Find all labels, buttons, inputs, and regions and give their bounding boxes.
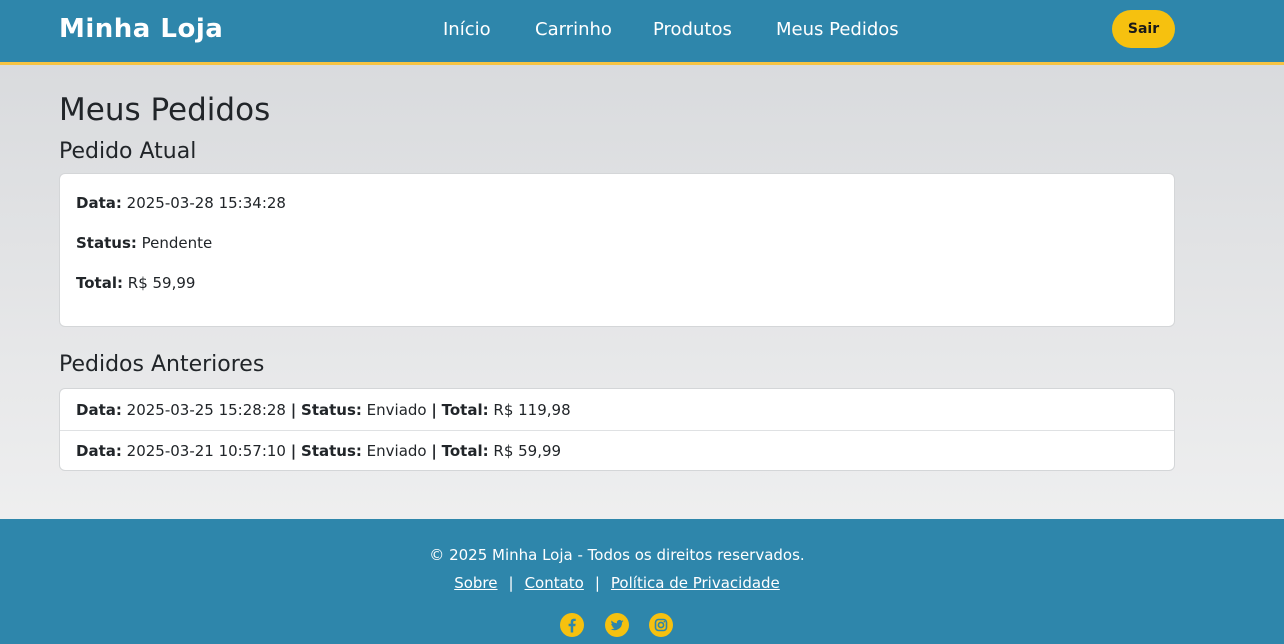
instagram-icon[interactable] [649, 613, 673, 637]
previous-orders-heading: Pedidos Anteriores [59, 352, 265, 377]
footer-links: Sobre | Contato | Política de Privacidade [0, 574, 1234, 592]
date-label: Data: [76, 442, 122, 460]
order-date-line: Data: 2025-03-28 15:34:28 [76, 194, 286, 212]
order-status-line: Status: Pendente [76, 234, 212, 252]
footer-separator: | [508, 574, 514, 592]
order-total-line: Total: R$ 59,99 [76, 274, 195, 292]
total-label: Total: [441, 442, 489, 460]
order-total-value: R$ 59,99 [127, 274, 196, 292]
separator: | [290, 442, 297, 460]
list-item: Data: 2025-03-21 10:57:10 | Status: Envi… [60, 430, 1174, 471]
footer-separator: | [594, 574, 600, 592]
order-total: R$ 59,99 [493, 442, 562, 460]
copyright-text: © 2025 Minha Loja - Todos os direitos re… [429, 546, 805, 564]
navbar: Minha Loja Início Carrinho Produtos Meus… [0, 0, 1284, 65]
current-order-card: Data: 2025-03-28 15:34:28 Status: Penden… [59, 173, 1175, 327]
footer-link-privacidade[interactable]: Política de Privacidade [611, 574, 780, 592]
date-label: Data: [76, 400, 122, 419]
list-item: Data: 2025-03-25 15:28:28 | Status: Envi… [60, 389, 1174, 430]
order-status: Enviado [366, 400, 427, 419]
separator: | [290, 400, 297, 419]
order-total-label: Total: [76, 274, 123, 292]
order-date: 2025-03-25 15:28:28 [126, 400, 286, 419]
nav-link-produtos[interactable]: Produtos [653, 19, 732, 40]
nav-link-inicio[interactable]: Início [443, 19, 491, 40]
page-title: Meus Pedidos [59, 92, 271, 128]
previous-orders-list: Data: 2025-03-25 15:28:28 | Status: Envi… [59, 388, 1175, 471]
separator: | [431, 442, 437, 460]
status-label: Status: [301, 400, 362, 419]
order-date: 2025-03-21 10:57:10 [126, 442, 286, 460]
separator: | [431, 400, 437, 419]
nav-links: Início Carrinho Produtos Meus Pedidos [0, 0, 1284, 62]
order-status-value: Pendente [141, 234, 213, 252]
status-label: Status: [301, 442, 362, 460]
logout-button[interactable]: Sair [1112, 10, 1175, 48]
current-order-heading: Pedido Atual [59, 139, 197, 164]
order-date-label: Data: [76, 194, 122, 212]
order-date-value: 2025-03-28 15:34:28 [126, 194, 286, 212]
total-label: Total: [441, 400, 489, 419]
footer-link-sobre[interactable]: Sobre [454, 574, 497, 592]
nav-link-meus-pedidos[interactable]: Meus Pedidos [776, 19, 899, 40]
twitter-icon[interactable] [605, 613, 629, 637]
footer-link-contato[interactable]: Contato [525, 574, 584, 592]
order-status: Enviado [366, 442, 427, 460]
footer: © 2025 Minha Loja - Todos os direitos re… [0, 519, 1284, 644]
order-status-label: Status: [76, 234, 137, 252]
order-total: R$ 119,98 [493, 400, 571, 419]
facebook-icon[interactable] [560, 613, 584, 637]
nav-link-carrinho[interactable]: Carrinho [535, 19, 612, 40]
